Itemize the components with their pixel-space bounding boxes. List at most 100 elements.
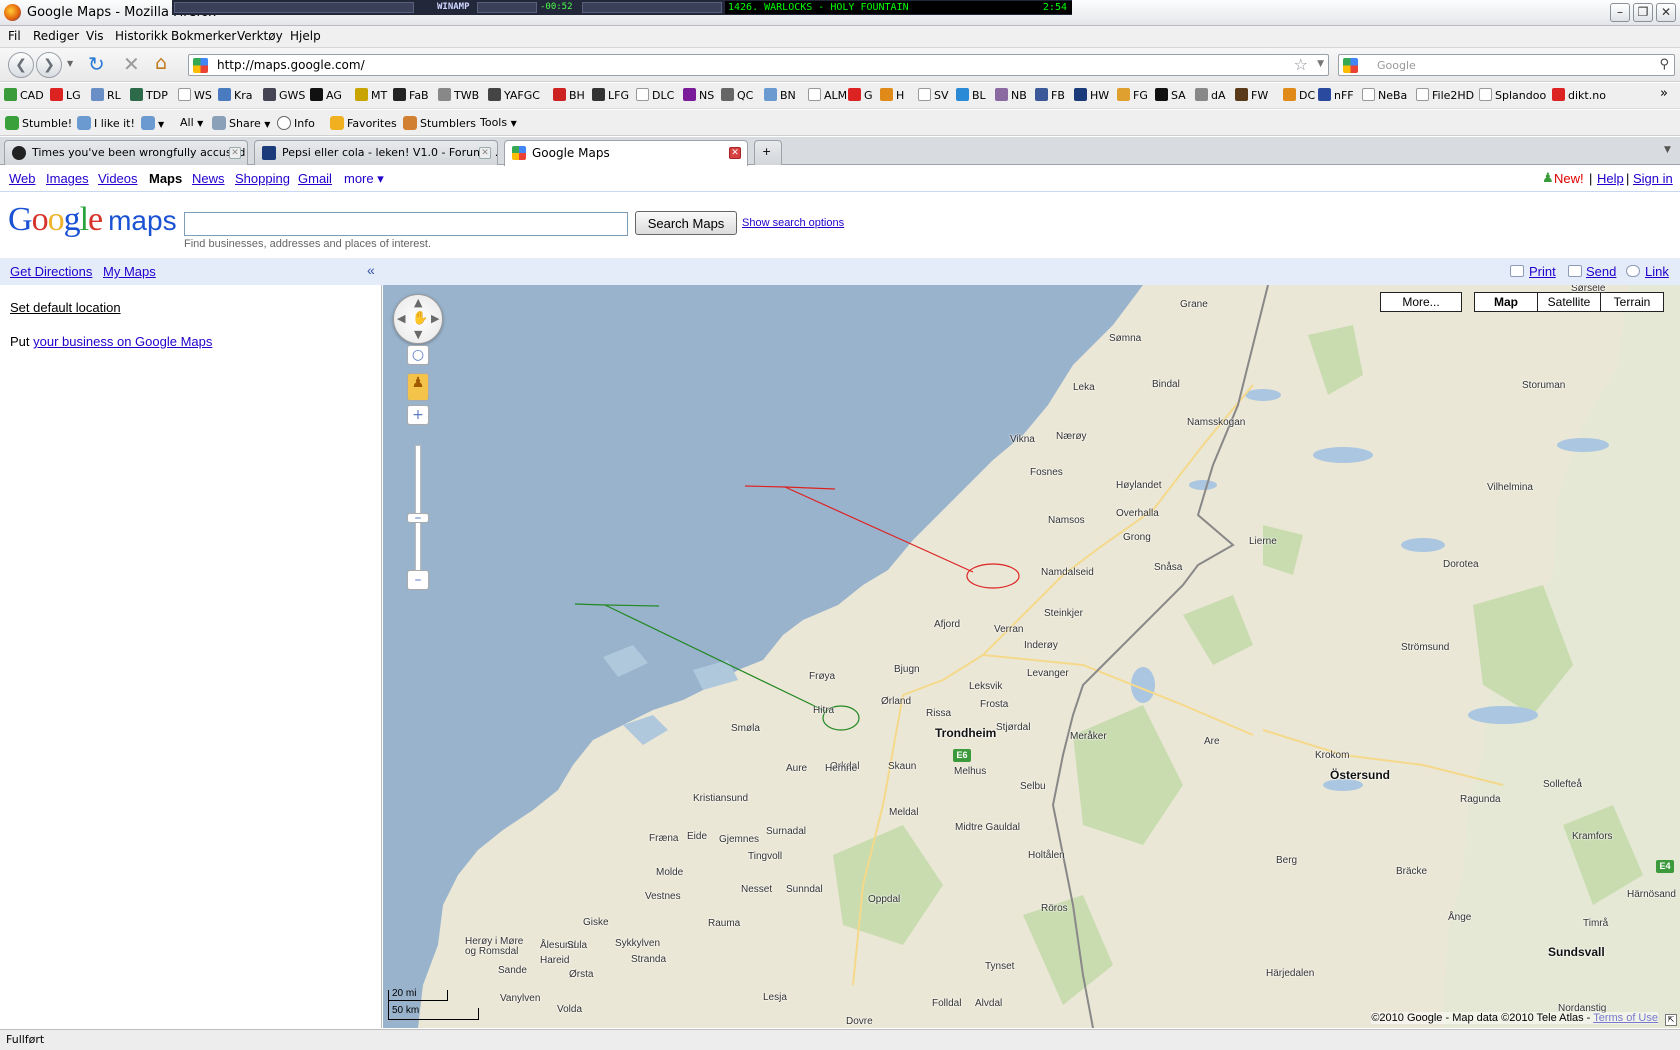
overview-toggle-icon[interactable]: ⇱ bbox=[1665, 1014, 1677, 1026]
bookmark-item[interactable]: GWS bbox=[263, 88, 305, 102]
print-link[interactable]: Print bbox=[1529, 264, 1556, 279]
bookmark-item[interactable]: CAD bbox=[4, 88, 44, 102]
pan-control[interactable]: ▲ ◀ ▶ ▼ ✋ bbox=[393, 294, 443, 344]
web-search-placeholder[interactable]: Google bbox=[1377, 59, 1416, 72]
pan-down-icon[interactable]: ▼ bbox=[414, 328, 422, 341]
pan-left-icon[interactable]: ◀ bbox=[397, 312, 405, 325]
gbar-web[interactable]: Web bbox=[9, 171, 36, 186]
menu-vis[interactable]: Vis bbox=[86, 29, 104, 43]
bookmark-item[interactable]: LFG bbox=[592, 88, 629, 102]
hand-icon[interactable]: ✋ bbox=[412, 311, 428, 326]
url-dropdown-icon[interactable]: ▼ bbox=[1317, 59, 1324, 69]
map-type-map[interactable]: Map bbox=[1474, 292, 1538, 312]
bookmark-item[interactable]: dA bbox=[1195, 88, 1226, 102]
close-tab-icon[interactable]: ✕ bbox=[479, 147, 491, 159]
bookmark-item[interactable]: YAFGC bbox=[488, 88, 540, 102]
bookmark-item[interactable]: H bbox=[880, 88, 904, 102]
like-button[interactable]: I like it! bbox=[77, 116, 135, 130]
bookmark-item[interactable]: BH bbox=[553, 88, 585, 102]
stumble-button[interactable]: Stumble! bbox=[5, 116, 72, 130]
bookmark-item[interactable]: ALM bbox=[808, 88, 847, 102]
zoom-out-button[interactable]: – bbox=[407, 570, 429, 590]
bookmark-item[interactable]: LG bbox=[50, 88, 81, 102]
history-dropdown-icon[interactable]: ▼ bbox=[67, 59, 73, 68]
menu-rediger[interactable]: Rediger bbox=[33, 29, 79, 43]
winamp-controls[interactable] bbox=[582, 2, 722, 13]
bookmark-item[interactable]: NB bbox=[995, 88, 1027, 102]
map-type-satellite[interactable]: Satellite bbox=[1537, 292, 1601, 312]
forward-button[interactable]: ❯ bbox=[36, 52, 62, 78]
dislike-dropdown-icon[interactable]: ▼ bbox=[158, 120, 164, 129]
zoom-control[interactable]: ○ ♟ + – – bbox=[407, 345, 431, 600]
info-button[interactable]: Info bbox=[277, 116, 315, 130]
bookmark-item[interactable]: nFF bbox=[1318, 88, 1354, 102]
bookmark-item[interactable]: BN bbox=[764, 88, 796, 102]
bookmark-item[interactable]: SV bbox=[918, 88, 949, 102]
bookmark-item[interactable]: SA bbox=[1155, 88, 1186, 102]
bookmark-item[interactable]: BL bbox=[956, 88, 986, 102]
bookmark-item[interactable]: QC bbox=[721, 88, 753, 102]
bookmark-item[interactable]: NeBa bbox=[1362, 88, 1407, 102]
google-maps-logo[interactable]: Google maps bbox=[8, 201, 177, 239]
bookmark-item[interactable]: Kra bbox=[218, 88, 252, 102]
minimize-button[interactable]: – bbox=[1610, 3, 1630, 22]
close-tab-icon[interactable]: ✕ bbox=[229, 147, 241, 159]
bookmark-item[interactable]: RL bbox=[91, 88, 121, 102]
map-type-terrain[interactable]: Terrain bbox=[1600, 292, 1664, 312]
maps-search-input[interactable] bbox=[184, 212, 628, 236]
get-directions-link[interactable]: Get Directions bbox=[10, 264, 92, 279]
bookmark-item[interactable]: TDP bbox=[130, 88, 168, 102]
gbar-videos[interactable]: Videos bbox=[98, 171, 138, 186]
map-tiles[interactable] bbox=[383, 285, 1680, 1028]
map-canvas[interactable]: ▲ ◀ ▶ ▼ ✋ ○ ♟ + – – More... Map Satellit… bbox=[383, 285, 1680, 1028]
bookmark-star-icon[interactable]: ☆ bbox=[1294, 55, 1308, 74]
pegman-icon[interactable]: ♟ bbox=[407, 373, 429, 401]
bookmark-item[interactable]: FB bbox=[1035, 88, 1065, 102]
map-type-more[interactable]: More... bbox=[1380, 292, 1462, 312]
bookmark-item[interactable]: MT bbox=[355, 88, 387, 102]
gbar-images[interactable]: Images bbox=[46, 171, 89, 186]
menu-fil[interactable]: Fil bbox=[8, 29, 21, 43]
maximize-button[interactable]: ❐ bbox=[1633, 3, 1653, 22]
back-button[interactable]: ❮ bbox=[8, 52, 34, 78]
tab-list-dropdown-icon[interactable]: ▼ bbox=[1664, 145, 1671, 155]
terms-of-use-link[interactable]: Terms of Use bbox=[1593, 1012, 1658, 1024]
stop-icon[interactable]: ✕ bbox=[123, 52, 140, 76]
chevron-right-icon[interactable]: » bbox=[1660, 86, 1668, 101]
gbar-signin[interactable]: Sign in bbox=[1633, 171, 1673, 186]
tab-pepsi-cola-forum[interactable]: Pepsi eller cola - leken! V1.0 - Forum -… bbox=[254, 140, 498, 165]
favorites-button[interactable]: Favorites bbox=[330, 116, 397, 130]
search-engine-icon[interactable] bbox=[1343, 58, 1358, 73]
tab-wrongfully-accused[interactable]: Times you've been wrongfully accused ...… bbox=[4, 140, 248, 165]
search-icon[interactable]: ⚲ bbox=[1659, 57, 1669, 72]
pan-up-icon[interactable]: ▲ bbox=[414, 296, 422, 309]
collapse-panel-icon[interactable]: « bbox=[367, 262, 375, 278]
tools-dropdown[interactable]: Tools ▼ bbox=[480, 116, 517, 129]
bookmark-item[interactable]: DC bbox=[1283, 88, 1315, 102]
my-maps-link[interactable]: My Maps bbox=[103, 264, 156, 279]
bookmark-item[interactable]: DLC bbox=[636, 88, 674, 102]
bookmark-item[interactable]: G bbox=[848, 88, 873, 102]
bookmark-item[interactable]: dikt.no bbox=[1552, 88, 1606, 102]
dislike-button[interactable]: ▼ bbox=[141, 116, 164, 130]
gbar-gmail[interactable]: Gmail bbox=[298, 171, 332, 186]
share-button[interactable]: Share ▼ bbox=[212, 116, 270, 130]
bookmark-item[interactable]: File2HD bbox=[1416, 88, 1474, 102]
winamp-bar[interactable]: WINAMP -00:52 1426. WARLOCKS - HOLY FOUN… bbox=[172, 0, 1072, 15]
bookmark-item[interactable]: TWB bbox=[438, 88, 479, 102]
bookmark-item[interactable]: NS bbox=[683, 88, 714, 102]
close-tab-icon[interactable]: ✕ bbox=[729, 147, 741, 159]
close-window-button[interactable]: ✕ bbox=[1656, 3, 1676, 22]
new-tab-button[interactable]: + bbox=[754, 140, 782, 165]
all-dropdown[interactable]: All ▼ bbox=[180, 116, 203, 129]
gbar-shopping[interactable]: Shopping bbox=[235, 171, 290, 186]
url-text[interactable]: http://maps.google.com/ bbox=[217, 58, 365, 72]
url-bar[interactable]: http://maps.google.com/ ☆ ▼ bbox=[188, 54, 1329, 76]
bookmark-item[interactable]: FW bbox=[1235, 88, 1268, 102]
bookmark-item[interactable]: FG bbox=[1117, 88, 1148, 102]
bookmark-item[interactable]: WS bbox=[178, 88, 212, 102]
pan-right-icon[interactable]: ▶ bbox=[431, 312, 439, 325]
zoom-in-button[interactable]: + bbox=[407, 405, 429, 425]
gbar-help[interactable]: Help bbox=[1597, 171, 1624, 186]
business-on-maps-link[interactable]: your business on Google Maps bbox=[33, 334, 212, 349]
